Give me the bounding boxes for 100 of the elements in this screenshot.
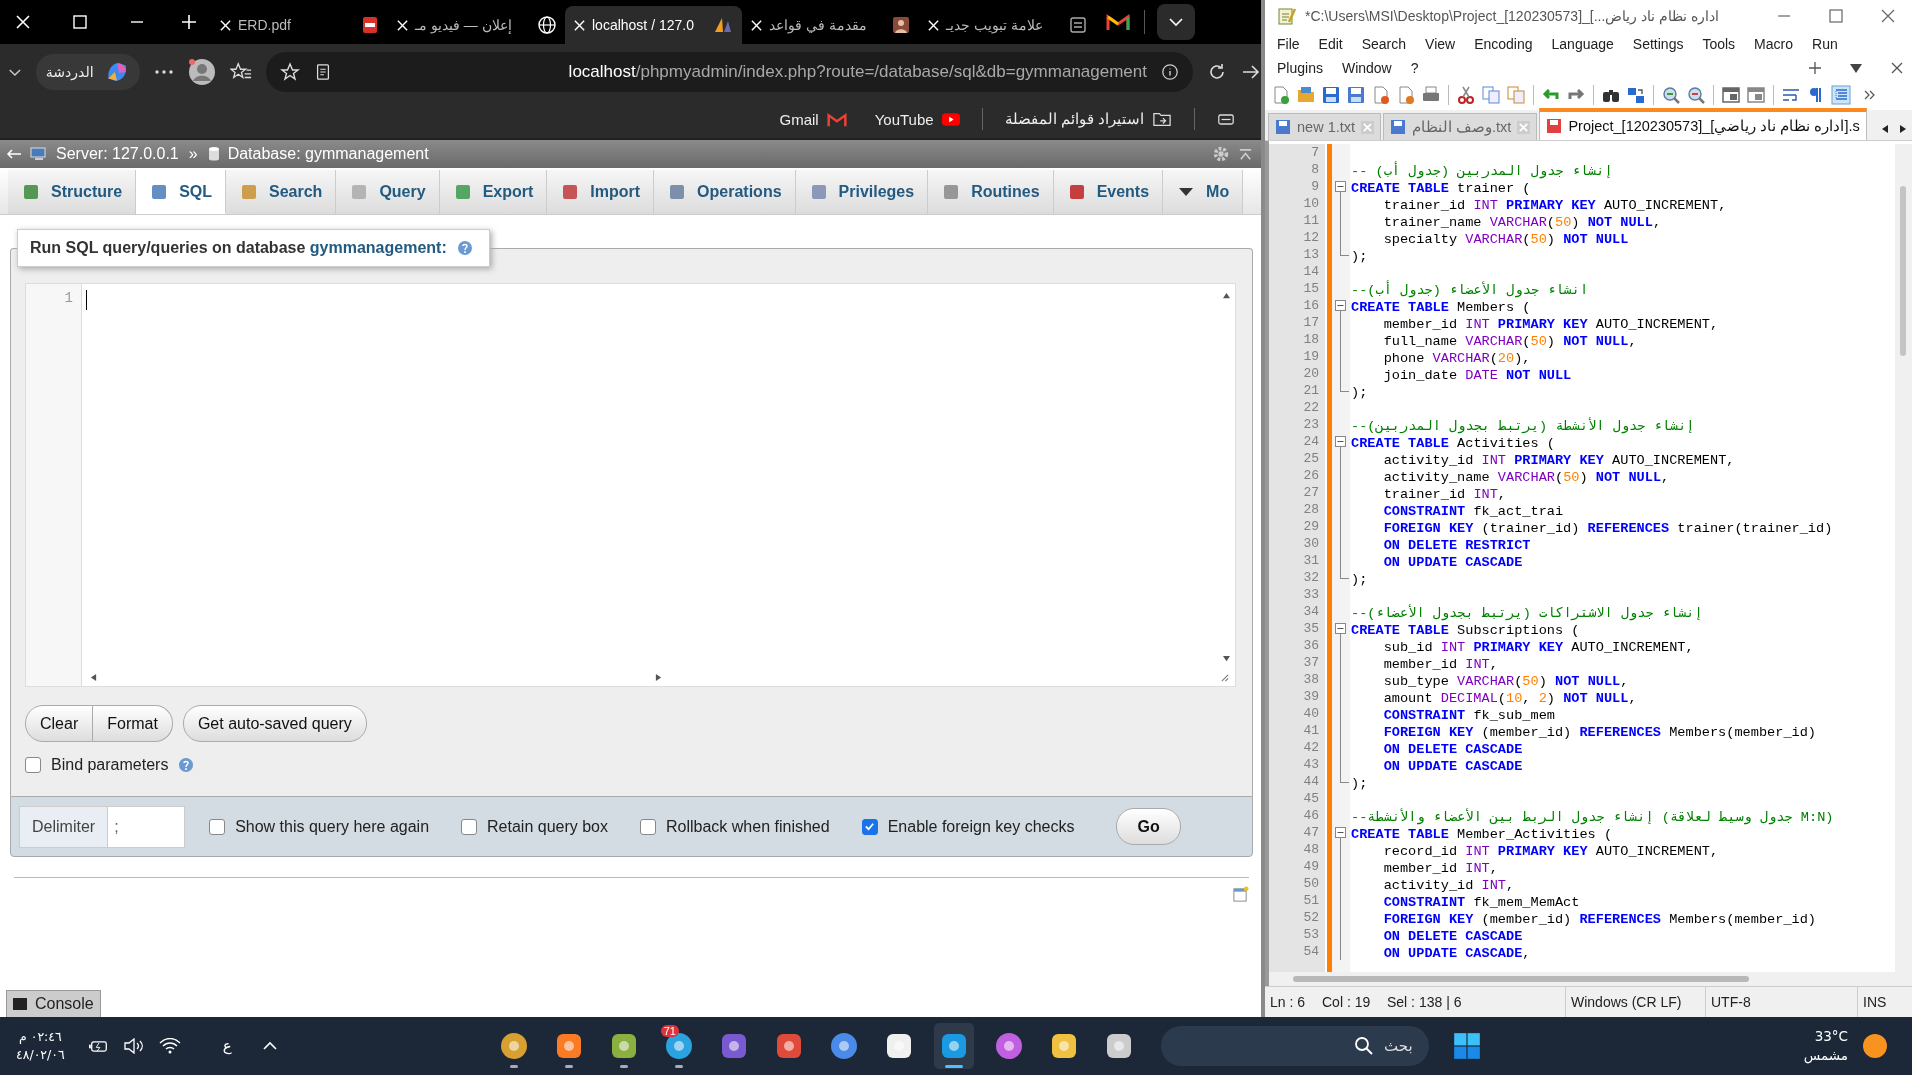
avatar-icon[interactable]	[187, 58, 216, 86]
scroll-right-icon[interactable]	[1898, 124, 1908, 134]
file-tab[interactable]: new 1.txt	[1268, 113, 1382, 140]
menu-item[interactable]: Plugins	[1277, 60, 1323, 76]
more-icon[interactable]	[153, 69, 174, 75]
checkbox-label[interactable]: Enable foreign key checks	[887, 817, 1075, 836]
settings-icon[interactable]	[1212, 145, 1230, 163]
help-icon[interactable]	[178, 757, 195, 773]
tab[interactable]: Mo	[1163, 170, 1244, 214]
taskbar-app-button[interactable]	[933, 1023, 974, 1069]
close-icon[interactable]	[1890, 61, 1904, 75]
indent-guide-icon[interactable]	[1831, 85, 1851, 105]
tab[interactable]: Export	[439, 170, 548, 214]
breadcrumb-link[interactable]: Database: gymmanagement	[227, 145, 429, 163]
close-file-icon[interactable]	[1371, 85, 1391, 105]
wifi-icon[interactable]	[158, 1038, 181, 1054]
help-icon[interactable]	[456, 240, 473, 256]
zoom-out-icon[interactable]	[1686, 85, 1706, 105]
save-all-icon[interactable]	[1346, 85, 1366, 105]
save-icon[interactable]	[1321, 85, 1341, 105]
chevron-down-icon[interactable]	[8, 67, 22, 77]
resize-handle-icon[interactable]	[1220, 672, 1229, 682]
file-tab[interactable]: وصف النظام.txt	[1383, 113, 1538, 140]
tab[interactable]: SQL	[136, 170, 226, 214]
tab[interactable]: Operations	[654, 170, 796, 214]
chevron-icon[interactable]	[1864, 90, 1876, 100]
browser-tab[interactable]: علامة تبويب جديـ	[919, 6, 1096, 44]
browser-tab[interactable]: إعلان — فيديو مـ	[388, 6, 565, 44]
language-indicator[interactable]: ع	[222, 1037, 232, 1055]
console-tab[interactable]: Console	[6, 990, 101, 1017]
menu-item[interactable]: Window	[1341, 60, 1392, 76]
window-icon[interactable]	[1746, 85, 1766, 105]
menu-item[interactable]: Tools	[1702, 36, 1736, 52]
checkbox[interactable]	[461, 818, 478, 835]
checkbox[interactable]	[209, 818, 226, 835]
star-icon[interactable]	[279, 62, 300, 82]
address-bar[interactable]: localhost/phpmyadmin/index.php?route=/database/sql&db=gymmanagement	[265, 52, 1193, 92]
menu-item[interactable]: ?	[1410, 60, 1419, 76]
menu-item[interactable]: Edit	[1318, 36, 1343, 52]
close-all-icon[interactable]	[1396, 85, 1416, 105]
browser-tab[interactable]: localhost / 127.0	[565, 6, 742, 44]
scrollbar-thumb[interactable]	[1900, 186, 1906, 356]
start-icon[interactable]	[1452, 1032, 1481, 1060]
delimiter-field[interactable]: Delimiter ;	[19, 805, 186, 848]
checkbox[interactable]	[640, 818, 656, 835]
search-field[interactable]: بحث	[1160, 1026, 1429, 1066]
copilot-button[interactable]: الدردشة	[35, 54, 140, 90]
chevron-up-icon[interactable]	[261, 1041, 278, 1051]
mail-icon[interactable]	[1106, 13, 1130, 31]
checkbox-label[interactable]: Show this query here again	[235, 817, 430, 836]
battery-icon[interactable]	[88, 1038, 109, 1054]
menu-item[interactable]: Encoding	[1474, 36, 1533, 52]
scroll-down-icon[interactable]	[1221, 655, 1231, 662]
format-button[interactable]: Format	[93, 705, 173, 742]
clock[interactable]: ٠٢:٤٦ م ٤٨/٠٢/٠٦	[16, 1028, 65, 1064]
checkbox[interactable]	[25, 757, 41, 773]
checkbox-label[interactable]: Bind parameters	[51, 756, 169, 774]
notepad-icon[interactable]	[1232, 886, 1249, 903]
taskbar-app-button[interactable]: 71	[658, 1023, 699, 1069]
menu-item[interactable]: Run	[1812, 36, 1838, 52]
fold-toggle-icon[interactable]	[1335, 436, 1346, 450]
fold-toggle-icon[interactable]	[1335, 827, 1346, 841]
browser-tab[interactable]: مقدمة في قواعد	[742, 6, 919, 44]
tab-list-button[interactable]	[1157, 4, 1195, 40]
folder-icon[interactable]	[1296, 85, 1316, 105]
scroll-left-icon[interactable]	[90, 672, 97, 682]
menu-item[interactable]: Settings	[1632, 36, 1684, 52]
window-icon[interactable]	[1721, 85, 1741, 105]
checkbox[interactable]	[861, 818, 878, 835]
menu-item[interactable]: Language	[1551, 36, 1614, 52]
scrollbar-thumb[interactable]	[1293, 976, 1749, 982]
refresh-icon[interactable]	[1207, 62, 1227, 82]
fold-toggle-icon[interactable]	[1335, 300, 1346, 314]
cut-icon[interactable]	[1456, 85, 1476, 105]
checkbox-label[interactable]: Retain query box	[487, 817, 608, 836]
breadcrumb-link[interactable]: Server: 127.0.0.1	[56, 145, 179, 163]
scroll-right-icon[interactable]	[655, 672, 662, 682]
menu-item[interactable]: View	[1425, 36, 1456, 52]
tab[interactable]: Import	[547, 170, 655, 214]
clear-button[interactable]: Clear	[25, 705, 94, 742]
checkbox-label[interactable]: Rollback when finished	[666, 817, 830, 836]
bookmark-link[interactable]: استيراد قوائم المفضلة	[1004, 110, 1144, 128]
menu-item[interactable]: Search	[1361, 36, 1407, 52]
collections-icon[interactable]	[1217, 111, 1235, 127]
fold-toggle-icon[interactable]	[1335, 181, 1346, 195]
new-file-icon[interactable]	[1271, 85, 1291, 105]
menu-item[interactable]: File	[1277, 36, 1300, 52]
volume-icon[interactable]	[122, 1038, 145, 1054]
back-arrow-icon[interactable]	[6, 148, 22, 160]
maximize-icon[interactable]	[70, 12, 90, 32]
menu-item[interactable]: Macro	[1754, 36, 1793, 52]
go-button[interactable]: Go	[1116, 808, 1181, 845]
caret-down-icon[interactable]	[1849, 61, 1863, 75]
scroll-left-icon[interactable]	[1880, 124, 1890, 134]
zoom-in-icon[interactable]	[1661, 85, 1681, 105]
scroll-up-icon[interactable]	[1221, 292, 1231, 299]
collapse-icon[interactable]	[1238, 146, 1253, 162]
tab[interactable]: Structure	[8, 170, 137, 214]
browser-tab[interactable]: ERD.pdf	[211, 6, 388, 44]
url-text[interactable]: localhost/phpmyadmin/index.php?route=/database/sql&db=gymmanagement	[345, 62, 1147, 82]
